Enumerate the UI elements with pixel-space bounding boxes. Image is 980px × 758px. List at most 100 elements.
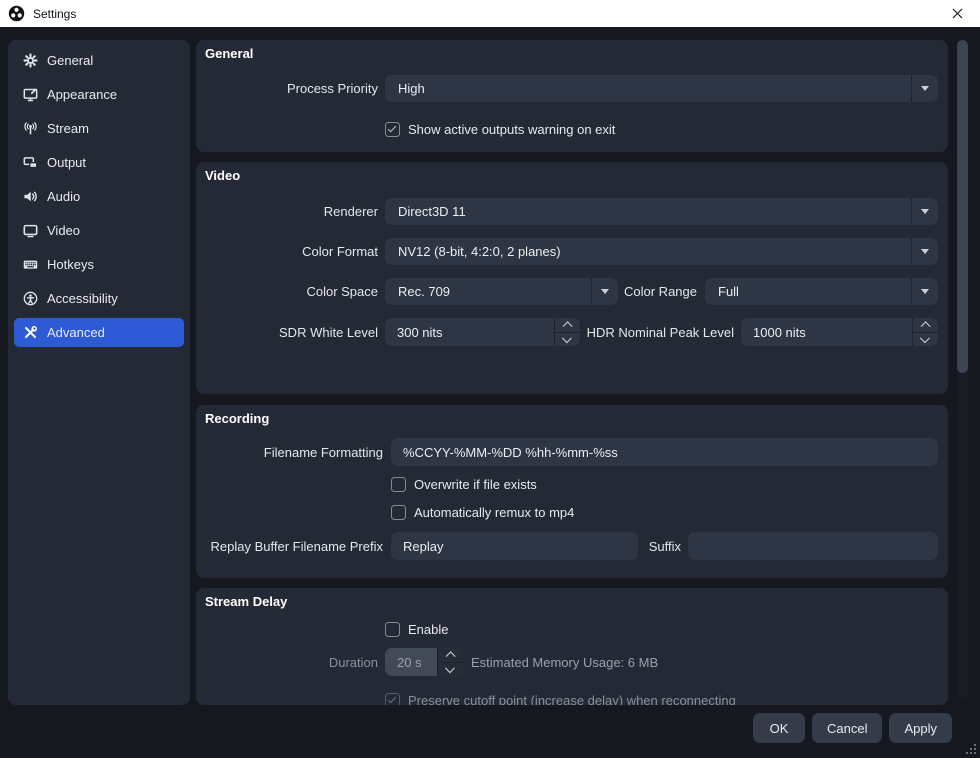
close-button[interactable] [936,0,978,27]
sidebar-item-label: General [47,53,94,68]
sidebar-item-general[interactable]: General [14,46,184,75]
stream-delay-heading: Stream Delay [205,594,288,609]
obs-logo-icon [8,5,25,22]
section-general: General Process Priority High Show activ… [196,40,948,152]
spin-up-button[interactable] [438,648,463,662]
resize-grip[interactable] [965,743,977,755]
dropdown-arrow [591,278,618,305]
replay-prefix-input[interactable]: Replay [391,532,638,560]
sidebar-item-label: Advanced [47,325,105,340]
output-icon [22,155,38,171]
delay-enable-checkbox[interactable] [385,621,400,637]
filename-formatting-label: Filename Formatting [263,444,383,460]
remux-checkbox[interactable] [391,504,406,520]
duration-label: Duration [328,654,378,670]
ok-button[interactable]: OK [753,713,805,743]
sidebar-item-label: Appearance [47,87,118,102]
spin-buttons [554,318,580,346]
process-priority-dropdown[interactable]: High [385,75,938,102]
sdr-white-level-spinbox[interactable]: 300 nits [385,318,580,346]
sdr-white-level-row: SDR White Level 300 nits HDR Nominal Pea… [204,318,938,346]
general-heading: General [205,46,254,61]
sdr-white-level-value: 300 nits [397,324,443,340]
cancel-button[interactable]: Cancel [812,713,883,743]
chevron-down-icon [921,86,929,91]
sidebar-item-label: Video [47,223,81,238]
window-title: Settings [33,6,77,21]
sidebar-item-advanced[interactable]: Advanced [14,318,184,347]
chevron-up-icon [562,321,573,331]
suffix-input[interactable] [688,532,938,560]
chevron-down-icon [601,289,609,294]
dropdown-arrow [911,198,938,225]
preserve-cutoff-checkbox[interactable] [385,692,400,705]
spin-buttons [437,648,463,676]
dropdown-arrow [911,75,938,102]
appearance-icon [22,87,38,103]
settings-sidebar: General Appearance Stream Output Audio V… [8,40,190,705]
color-range-dropdown[interactable]: Full [705,278,938,305]
scrollbar-track[interactable] [957,40,968,700]
duration-row: Duration 20 s Estimated Memory Usage: 6 … [204,648,938,676]
footer-buttons: OK Cancel Apply [753,713,952,743]
process-priority-value: High [398,81,425,96]
sidebar-item-label: Stream [47,121,89,136]
duration-spinbox[interactable]: 20 s [385,648,463,676]
sidebar-item-output[interactable]: Output [14,148,184,177]
renderer-label: Renderer [323,204,378,219]
sidebar-item-video[interactable]: Video [14,216,184,245]
chevron-up-icon [920,321,931,331]
apply-button[interactable]: Apply [889,713,952,743]
color-format-value: NV12 (8-bit, 4:2:0, 2 planes) [398,244,561,259]
suffix-label: Suffix [648,538,681,554]
renderer-dropdown[interactable]: Direct3D 11 [385,198,938,225]
delay-enable-row: Enable [204,621,938,637]
chevron-down-icon [920,333,931,343]
color-space-row: Color Space Rec. 709 Color Range Full [204,278,938,305]
remux-row: Automatically remux to mp4 [204,504,938,520]
sidebar-item-label: Output [47,155,87,170]
dropdown-arrow [911,238,938,265]
spin-down-button[interactable] [555,331,580,347]
chevron-down-icon [921,289,929,294]
remux-label: Automatically remux to mp4 [414,504,575,520]
outputs-warning-checkbox[interactable] [385,121,400,137]
monitor-icon [22,223,38,239]
hdr-peak-label: HDR Nominal Peak Level [586,324,734,340]
section-video: Video Renderer Direct3D 11 Color Format … [196,162,948,394]
chevron-down-icon [921,209,929,214]
sidebar-item-appearance[interactable]: Appearance [14,80,184,109]
overwrite-checkbox[interactable] [391,476,406,492]
sidebar-item-audio[interactable]: Audio [14,182,184,211]
color-format-label: Color Format [302,244,378,259]
spin-buttons [912,318,938,346]
recording-heading: Recording [205,411,270,426]
sdr-white-level-label: SDR White Level [279,324,378,340]
delay-enable-label: Enable [408,621,449,637]
replay-prefix-label: Replay Buffer Filename Prefix [210,538,383,554]
sidebar-item-stream[interactable]: Stream [14,114,184,143]
keyboard-icon [22,257,38,273]
broadcast-icon [22,121,38,137]
overwrite-label: Overwrite if file exists [414,476,537,492]
tools-icon [22,325,38,341]
spin-up-button[interactable] [555,318,580,332]
color-format-dropdown[interactable]: NV12 (8-bit, 4:2:0, 2 planes) [385,238,938,265]
duration-value: 20 s [385,648,437,676]
filename-formatting-input[interactable]: %CCYY-%MM-%DD %hh-%mm-%ss [391,438,938,466]
scrollbar-thumb[interactable] [957,40,968,373]
color-space-label: Color Space [306,284,378,299]
color-space-dropdown[interactable]: Rec. 709 [385,278,618,305]
spin-up-button[interactable] [913,318,938,332]
sidebar-item-hotkeys[interactable]: Hotkeys [14,250,184,279]
hdr-peak-spinbox[interactable]: 1000 nits [741,318,938,346]
renderer-value: Direct3D 11 [398,204,466,219]
sidebar-item-accessibility[interactable]: Accessibility [14,284,184,313]
close-icon [952,8,962,19]
sidebar-item-label: Hotkeys [47,257,94,272]
spin-down-button[interactable] [438,661,463,677]
spin-down-button[interactable] [913,331,938,347]
color-range-label: Color Range [624,284,697,299]
process-priority-label: Process Priority [286,81,378,96]
video-heading: Video [205,168,241,183]
